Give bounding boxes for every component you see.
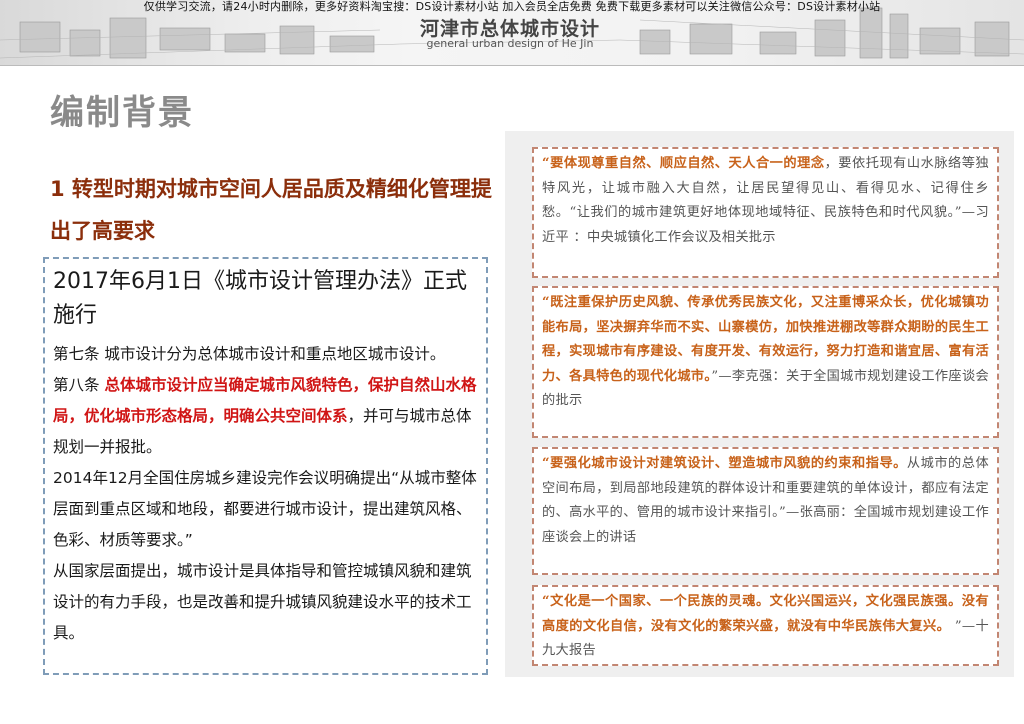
article-7: 第七条 城市设计分为总体城市设计和重点地区城市设计。 (53, 345, 446, 363)
page-title: 编制背景 (50, 93, 194, 133)
article-8-prefix: 第八条 (53, 376, 105, 394)
quote-highlight: “要强化城市设计对建筑设计、塑造城市风貌的约束和指导。 (542, 456, 907, 471)
regulation-title: 2017年6月1日《城市设计管理办法》正式施行 (53, 269, 467, 328)
quote-card: “要体现尊重自然、顺应自然、天人合一的理念，要依托现有山水脉络等独特风光，让城市… (532, 147, 999, 278)
quote-highlight: “要体现尊重自然、顺应自然、天人合一的理念 (542, 156, 825, 171)
header-banner: 仅供学习交流，请24小时内删除，更多好资料淘宝搜：DS设计素材小站 加入会员全店… (0, 0, 1024, 66)
quote-card: “文化是一个国家、一个民族的灵魂。文化兴国运兴，文化强民族强。没有高度的文化自信… (532, 585, 999, 666)
quote-card: “要强化城市设计对建筑设计、塑造城市风貌的约束和指导。从城市的总体空间布局，到局… (532, 447, 999, 575)
project-title-en: general urban design of He Jin (426, 37, 594, 50)
header-divider (0, 65, 1024, 66)
regulation-box: 2017年6月1日《城市设计管理办法》正式施行 第七条 城市设计分为总体城市设计… (43, 257, 488, 675)
download-notice: 仅供学习交流，请24小时内删除，更多好资料淘宝搜：DS设计素材小站 加入会员全店… (143, 0, 881, 13)
quote-highlight: “文化是一个国家、一个民族的灵魂。文化兴国运兴，文化强民族强。没有高度的文化自信… (542, 594, 989, 634)
national-level-statement: 从国家层面提出，城市设计是具体指导和管控城镇风貌和建筑设计的有力手段，也是改善和… (53, 562, 472, 642)
section-heading: 1 转型时期对城市空间人居品质及精细化管理提出了高要求 (50, 177, 492, 243)
quote-card: “既注重保护历史风貌、传承优秀民族文化，又注重博采众长，优化城镇功能布局，坚决摒… (532, 286, 999, 438)
conference-statement: 2014年12月全国住房城乡建设完作会议明确提出“从城市整体层面到重点区域和地段… (53, 469, 477, 549)
article-8: 第八条 总体城市设计应当确定城市风貌特色，保护自然山水格局，优化城市形态格局，明… (53, 370, 478, 463)
